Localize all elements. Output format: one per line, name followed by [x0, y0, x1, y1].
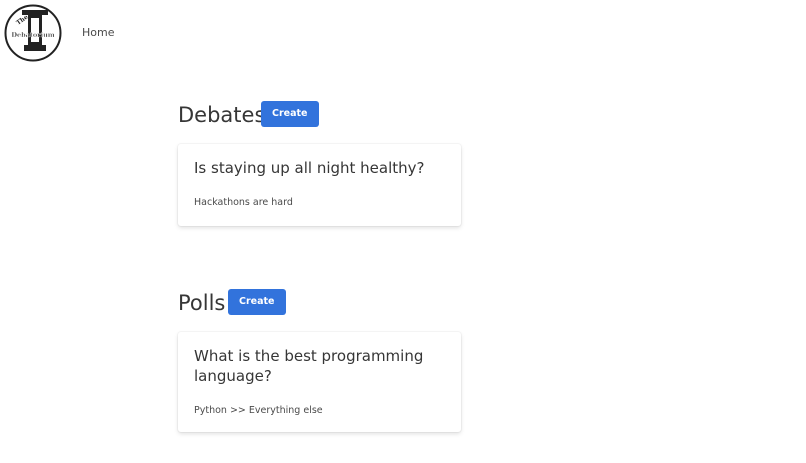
- debates-section: Debates Create Is staying up all night h…: [178, 101, 478, 226]
- polls-title: Polls: [178, 291, 226, 315]
- create-debate-button[interactable]: Create: [261, 101, 319, 127]
- nav-home-link[interactable]: Home: [82, 25, 114, 41]
- debates-title: Debates: [178, 103, 266, 127]
- debates-header: Debates Create: [178, 101, 478, 129]
- debatorium-logo[interactable]: The Debatorium: [4, 4, 62, 62]
- poll-card[interactable]: What is the best programming language? P…: [178, 332, 461, 432]
- navbar: The Debatorium Home: [0, 0, 806, 66]
- poll-card-description: Python >> Everything else: [194, 405, 323, 416]
- polls-header: Polls Create: [178, 289, 478, 317]
- create-poll-button[interactable]: Create: [228, 289, 286, 315]
- polls-section: Polls Create What is the best programmin…: [178, 289, 478, 432]
- poll-card-title: What is the best programming language?: [194, 347, 424, 385]
- debate-card-description: Hackathons are hard: [194, 197, 293, 208]
- debate-card-title: Is staying up all night healthy?: [194, 159, 425, 177]
- svg-text:Debatorium: Debatorium: [11, 31, 54, 39]
- debate-card[interactable]: Is staying up all night healthy? Hackath…: [178, 144, 461, 226]
